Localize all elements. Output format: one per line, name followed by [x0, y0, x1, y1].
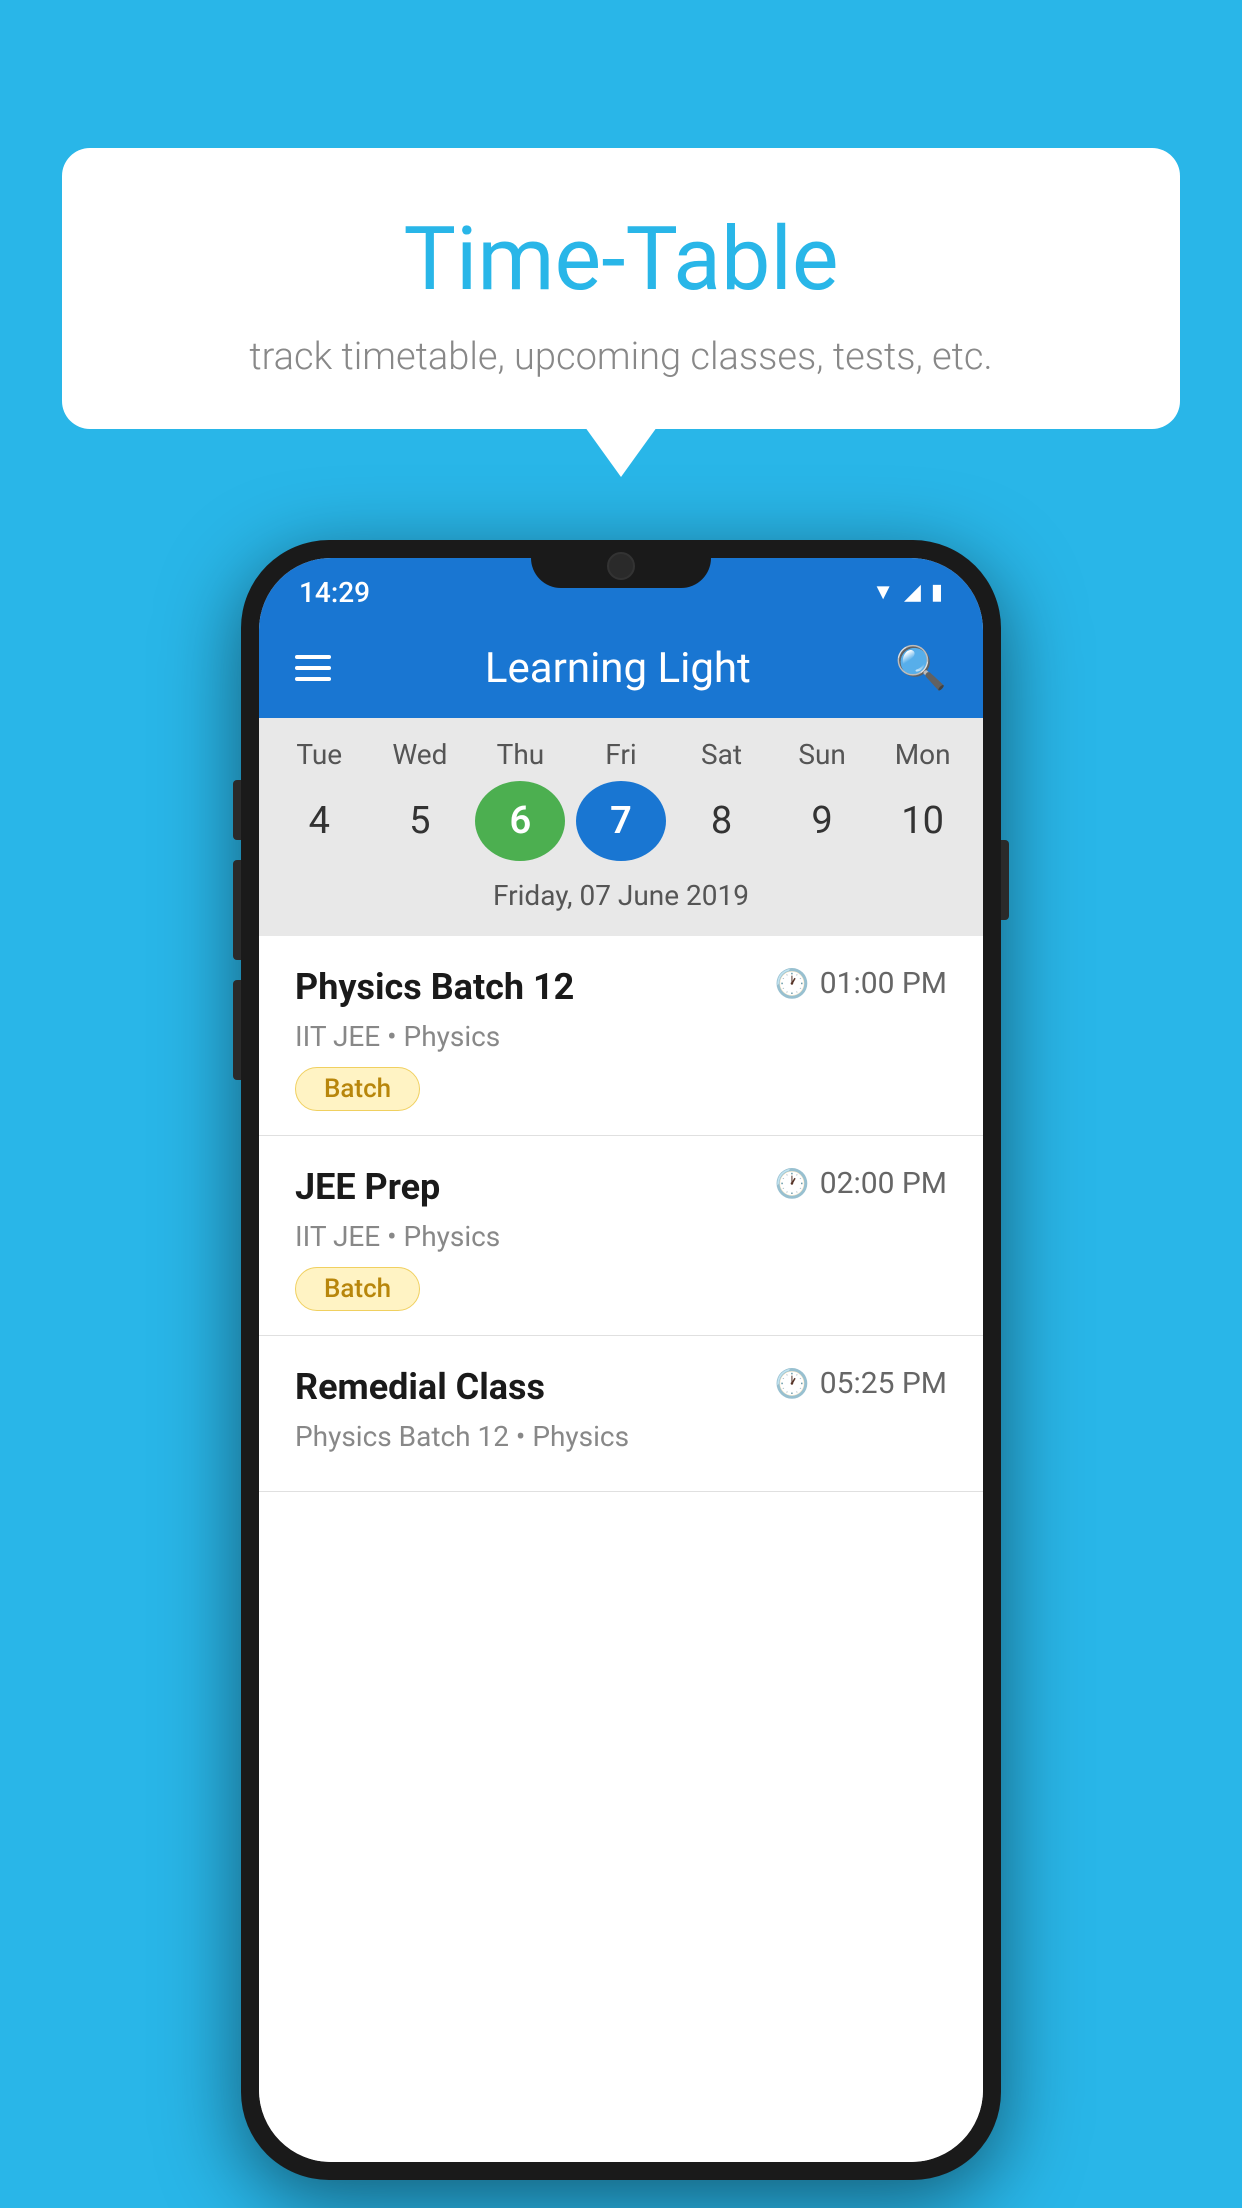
day-9[interactable]: 9 — [777, 781, 867, 861]
selected-date-label: Friday, 07 June 2019 — [259, 871, 983, 926]
volume-down-button — [233, 860, 241, 960]
bubble-title: Time-Table — [122, 208, 1120, 311]
schedule-item-2[interactable]: JEE Prep 🕐 02:00 PM IIT JEE • Physics Ba… — [259, 1136, 983, 1336]
day-6-today[interactable]: 6 — [475, 781, 565, 861]
status-time: 14:29 — [299, 576, 370, 609]
day-label-fri: Fri — [576, 738, 666, 771]
schedule-subtitle-2: IIT JEE • Physics — [295, 1220, 947, 1253]
schedule-time-value-2: 02:00 PM — [820, 1166, 947, 1201]
phone-notch — [531, 540, 711, 588]
batch-badge-1: Batch — [295, 1067, 420, 1111]
silent-button — [233, 980, 241, 1080]
schedule-time-value-3: 05:25 PM — [820, 1366, 947, 1401]
schedule-time-value-1: 01:00 PM — [820, 966, 947, 1001]
clock-icon-3: 🕐 — [775, 1367, 810, 1400]
day-4[interactable]: 4 — [274, 781, 364, 861]
phone-camera — [607, 552, 635, 580]
phone-outer: 14:29 ▼ ◢ ▮ Learning Light 🔍 — [241, 540, 1001, 2180]
calendar-header: Tue Wed Thu Fri Sat Sun Mon 4 5 6 7 8 — [259, 718, 983, 936]
day-10[interactable]: 10 — [878, 781, 968, 861]
schedule-subtitle-1: IIT JEE • Physics — [295, 1020, 947, 1053]
day-5[interactable]: 5 — [375, 781, 465, 861]
schedule-time-3: 🕐 05:25 PM — [775, 1366, 947, 1401]
phone-content: 14:29 ▼ ◢ ▮ Learning Light 🔍 — [259, 558, 983, 2162]
bubble-subtitle: track timetable, upcoming classes, tests… — [122, 335, 1120, 379]
app-bar: Learning Light 🔍 — [259, 618, 983, 718]
batch-badge-2: Batch — [295, 1267, 420, 1311]
phone-mockup: 14:29 ▼ ◢ ▮ Learning Light 🔍 — [241, 540, 1001, 2180]
day-7-selected[interactable]: 7 — [576, 781, 666, 861]
wifi-icon: ▼ — [872, 579, 894, 605]
day-label-sat: Sat — [677, 738, 767, 771]
schedule-time-2: 🕐 02:00 PM — [775, 1166, 947, 1201]
app-title: Learning Light — [371, 644, 865, 693]
menu-button[interactable] — [295, 655, 331, 681]
day-label-tue: Tue — [274, 738, 364, 771]
schedule-item-1[interactable]: Physics Batch 12 🕐 01:00 PM IIT JEE • Ph… — [259, 936, 983, 1136]
day-8[interactable]: 8 — [677, 781, 767, 861]
day-label-mon: Mon — [878, 738, 968, 771]
clock-icon-2: 🕐 — [775, 1167, 810, 1200]
schedule-item-1-top: Physics Batch 12 🕐 01:00 PM — [295, 966, 947, 1008]
signal-icon: ◢ — [904, 580, 921, 605]
schedule-item-3[interactable]: Remedial Class 🕐 05:25 PM Physics Batch … — [259, 1336, 983, 1492]
day-numbers-row: 4 5 6 7 8 9 10 — [259, 781, 983, 871]
schedule-list: Physics Batch 12 🕐 01:00 PM IIT JEE • Ph… — [259, 936, 983, 2162]
day-label-thu: Thu — [475, 738, 565, 771]
phone-screen: 14:29 ▼ ◢ ▮ Learning Light 🔍 — [259, 558, 983, 2162]
search-button[interactable]: 🔍 — [895, 644, 947, 693]
day-label-sun: Sun — [777, 738, 867, 771]
volume-up-button — [233, 780, 241, 840]
schedule-title-1: Physics Batch 12 — [295, 966, 574, 1008]
schedule-subtitle-3: Physics Batch 12 • Physics — [295, 1420, 947, 1453]
speech-bubble-section: Time-Table track timetable, upcoming cla… — [62, 148, 1180, 429]
schedule-item-3-top: Remedial Class 🕐 05:25 PM — [295, 1366, 947, 1408]
power-button — [1001, 840, 1009, 920]
schedule-item-2-top: JEE Prep 🕐 02:00 PM — [295, 1166, 947, 1208]
schedule-title-3: Remedial Class — [295, 1366, 545, 1408]
day-labels-row: Tue Wed Thu Fri Sat Sun Mon — [259, 738, 983, 781]
speech-bubble: Time-Table track timetable, upcoming cla… — [62, 148, 1180, 429]
clock-icon-1: 🕐 — [775, 967, 810, 1000]
schedule-title-2: JEE Prep — [295, 1166, 440, 1208]
day-label-wed: Wed — [375, 738, 465, 771]
battery-icon: ▮ — [931, 580, 943, 605]
status-icons: ▼ ◢ ▮ — [872, 579, 943, 605]
schedule-time-1: 🕐 01:00 PM — [775, 966, 947, 1001]
